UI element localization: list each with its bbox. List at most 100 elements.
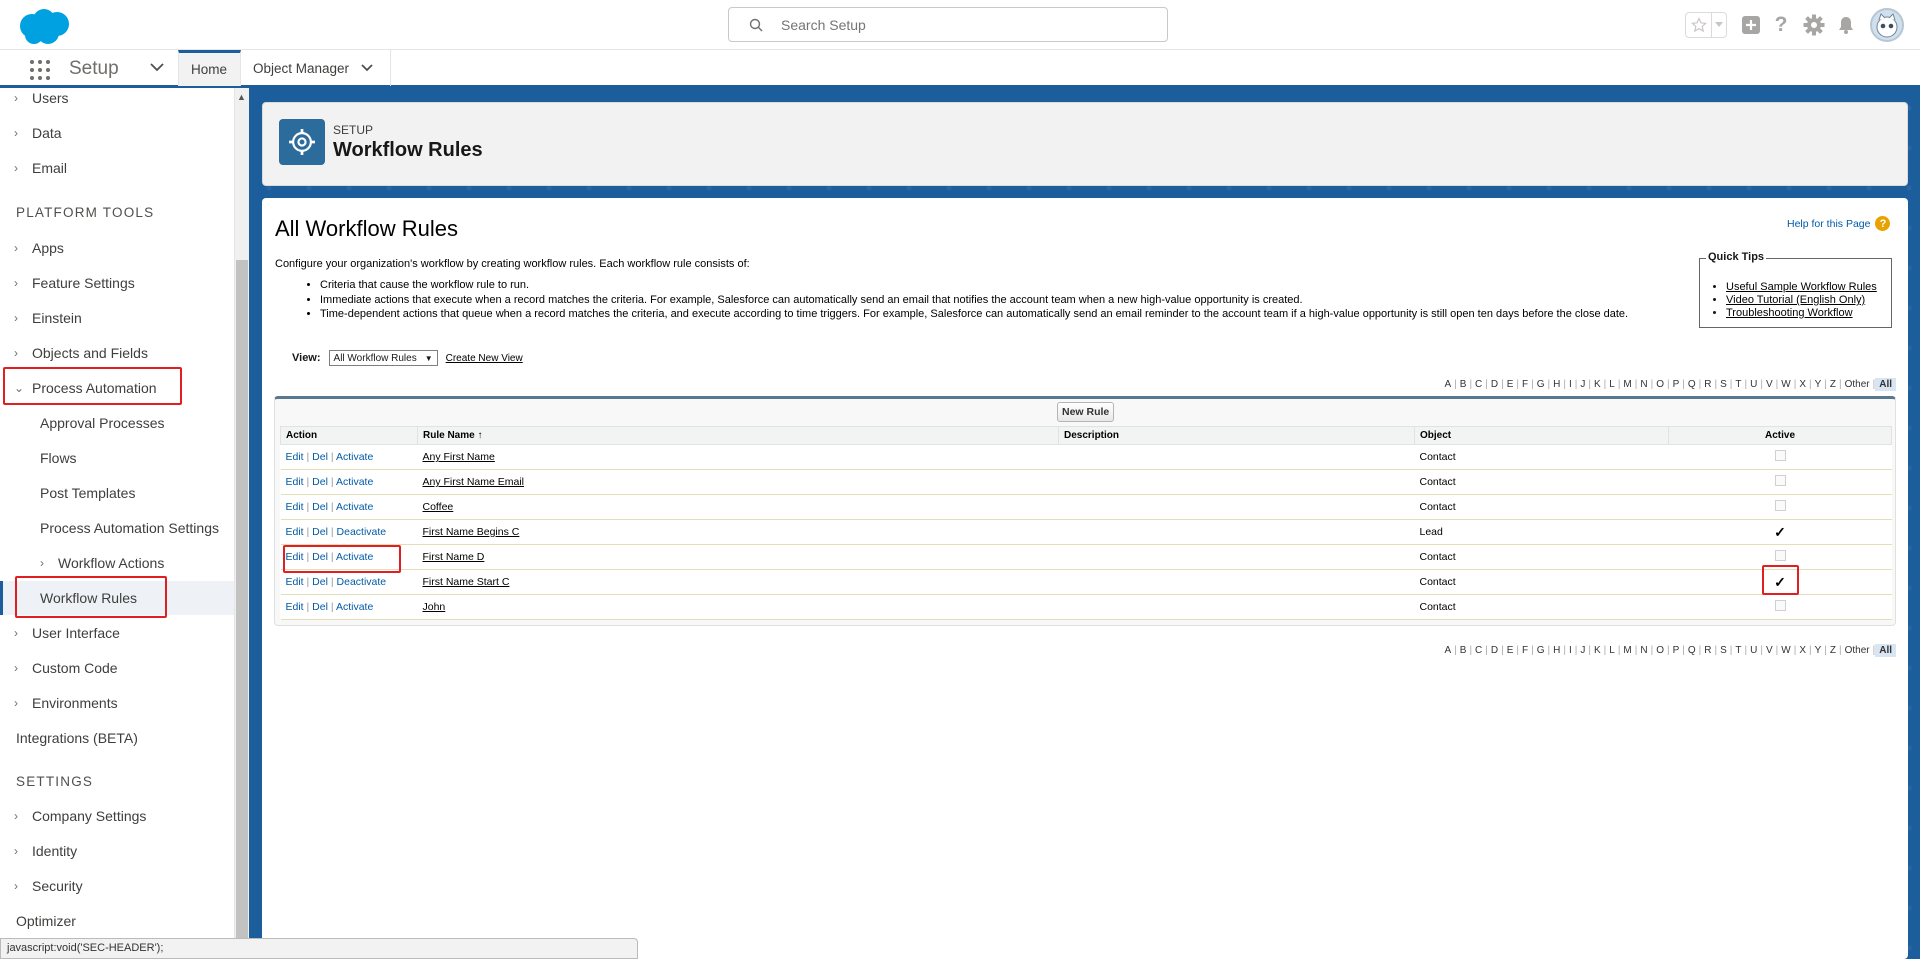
alphabet-filter-letter[interactable]: H [1550,645,1563,656]
edit-link[interactable]: Edit [286,551,304,563]
activate-link[interactable]: Activate [336,601,373,613]
alphabet-filter-letter[interactable]: Q [1685,645,1699,656]
alphabet-filter-letter[interactable]: N [1637,645,1650,656]
sidebar-item-post-templates[interactable]: Post Templates [0,476,234,510]
alphabet-filter-letter[interactable]: W [1778,645,1793,656]
tab-object-manager[interactable]: Object Manager [241,50,391,86]
alphabet-filter-letter[interactable]: C [1472,379,1485,390]
alphabet-filter-letter[interactable]: L [1606,645,1618,656]
delete-link[interactable]: Del [312,526,328,538]
new-rule-button[interactable]: New Rule [1057,402,1115,422]
alphabet-filter-letter[interactable]: All [1875,644,1896,657]
activate-link[interactable]: Activate [336,451,373,463]
sidebar-item-integrations[interactable]: Integrations (BETA) [0,721,234,755]
search-input[interactable] [781,8,1161,41]
rule-name-link[interactable]: Any First Name Email [423,476,525,488]
favorites-button[interactable] [1685,12,1727,38]
delete-link[interactable]: Del [312,476,328,488]
delete-link[interactable]: Del [312,451,328,463]
alphabet-filter-letter[interactable]: L [1606,379,1618,390]
edit-link[interactable]: Edit [286,601,304,613]
edit-link[interactable]: Edit [286,576,304,588]
help-icon[interactable]: ? [1768,12,1794,38]
sidebar-item-feature-settings[interactable]: › Feature Settings [0,266,234,300]
sidebar-item-workflow-actions[interactable]: › Workflow Actions [0,546,234,580]
sidebar-item-process-automation-settings[interactable]: Process Automation Settings [0,511,234,545]
sidebar-item-workflow-rules[interactable]: Workflow Rules [0,581,234,615]
alphabet-filter-letter[interactable]: S [1717,645,1730,656]
alphabet-filter-letter[interactable]: All [1875,378,1896,391]
alphabet-filter-letter[interactable]: F [1519,379,1531,390]
search-box[interactable] [728,7,1168,42]
view-select[interactable]: All Workflow Rules ▼ [328,350,438,366]
sidebar-item-identity[interactable]: › Identity [0,834,234,868]
alphabet-filter-letter[interactable]: D [1488,645,1501,656]
rule-name-link[interactable]: First Name D [423,551,485,563]
alphabet-filter-letter[interactable]: I [1566,379,1575,390]
sidebar-scrollbar-thumb[interactable] [236,260,248,959]
alphabet-filter-letter[interactable]: J [1577,379,1588,390]
rule-name-link[interactable]: John [423,601,446,613]
alphabet-filter-letter[interactable]: M [1620,645,1634,656]
alphabet-filter-letter[interactable]: E [1504,379,1517,390]
avatar[interactable] [1870,8,1904,42]
alphabet-filter-letter[interactable]: P [1670,379,1683,390]
sidebar-item-users[interactable]: › Users [0,88,234,115]
alphabet-filter-letter[interactable]: Z [1827,379,1839,390]
alphabet-filter-letter[interactable]: Z [1827,645,1839,656]
alphabet-filter-letter[interactable]: H [1550,379,1563,390]
alphabet-filter-letter[interactable]: O [1653,379,1667,390]
alphabet-filter-letter[interactable]: N [1637,379,1650,390]
alphabet-filter-letter[interactable]: V [1763,645,1776,656]
bell-icon[interactable] [1833,12,1859,38]
delete-link[interactable]: Del [312,576,328,588]
alphabet-filter-letter[interactable]: Y [1812,645,1825,656]
alphabet-filter-letter[interactable]: D [1488,379,1501,390]
alphabet-filter-letter[interactable]: J [1577,645,1588,656]
alphabet-filter-letter[interactable]: R [1701,379,1714,390]
help-link[interactable]: Help for this Page? [1787,216,1891,231]
gear-icon[interactable] [1801,12,1827,38]
sidebar-item-flows[interactable]: Flows [0,441,234,475]
rule-name-link[interactable]: First Name Begins C [423,526,520,538]
alphabet-filter-letter[interactable]: B [1457,645,1470,656]
edit-link[interactable]: Edit [286,501,304,513]
scroll-up-icon[interactable]: ▲ [237,92,246,102]
alphabet-filter-letter[interactable]: C [1472,645,1485,656]
sidebar-item-objects-and-fields[interactable]: › Objects and Fields [0,336,234,370]
alphabet-filter-letter[interactable]: P [1670,645,1683,656]
alphabet-filter-letter[interactable]: G [1534,645,1548,656]
alphabet-filter-letter[interactable]: W [1778,379,1793,390]
app-launcher-icon[interactable] [30,60,50,80]
alphabet-filter-letter[interactable]: G [1534,379,1548,390]
edit-link[interactable]: Edit [286,476,304,488]
rule-name-link[interactable]: Any First Name [423,451,495,463]
quick-tip-link[interactable]: Video Tutorial (English Only) [1726,294,1865,306]
rule-name-link[interactable]: Coffee [423,501,454,513]
alphabet-filter-letter[interactable]: Q [1685,379,1699,390]
activate-link[interactable]: Activate [336,551,373,563]
delete-link[interactable]: Del [312,601,328,613]
quick-tip-link[interactable]: Troubleshooting Workflow [1726,307,1853,319]
add-icon[interactable] [1738,12,1764,38]
edit-link[interactable]: Edit [286,526,304,538]
alphabet-filter-letter[interactable]: A [1441,645,1454,656]
edit-link[interactable]: Edit [286,451,304,463]
delete-link[interactable]: Del [312,551,328,563]
alphabet-filter-letter[interactable]: K [1591,379,1604,390]
alphabet-filter-letter[interactable]: M [1620,379,1634,390]
sidebar-item-approval-processes[interactable]: Approval Processes [0,406,234,440]
sidebar-item-einstein[interactable]: › Einstein [0,301,234,335]
tab-home[interactable]: Home [178,50,241,86]
sidebar-item-apps[interactable]: › Apps [0,231,234,265]
deactivate-link[interactable]: Deactivate [337,576,387,588]
sidebar-item-optimizer[interactable]: Optimizer [0,904,234,938]
alphabet-filter-letter[interactable]: Y [1812,379,1825,390]
alphabet-filter-letter[interactable]: I [1566,645,1575,656]
alphabet-filter-letter[interactable]: U [1747,379,1760,390]
alphabet-filter-letter[interactable]: T [1732,645,1744,656]
alphabet-filter-letter[interactable]: Other [1842,645,1873,656]
sidebar-item-custom-code[interactable]: › Custom Code [0,651,234,685]
alphabet-filter-letter[interactable]: F [1519,645,1531,656]
chevron-down-icon[interactable] [150,62,164,72]
